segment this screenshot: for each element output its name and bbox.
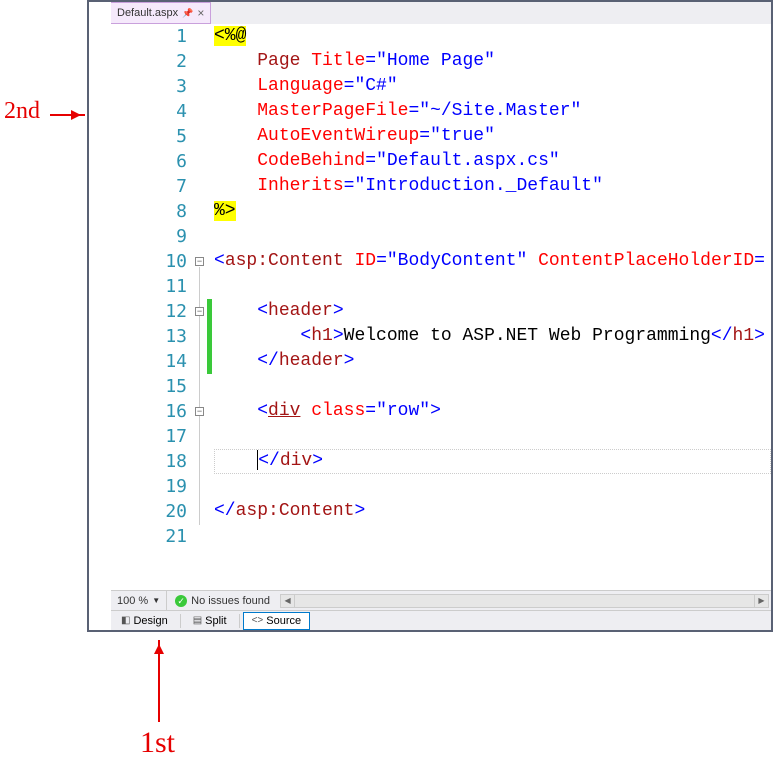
line-number: 12 [117,299,187,324]
line-number: 11 [117,274,187,299]
source-view-button[interactable]: <>Source [243,612,311,630]
split-icon: ▤ [193,615,202,626]
code-line: Language="C#" [214,74,771,99]
line-number: 15 [117,374,187,399]
line-number: 18 [117,449,187,474]
design-icon: ◧ [121,615,130,626]
separator [180,614,181,628]
code-line: </header> [214,349,771,374]
code-line: CodeBehind="Default.aspx.cs" [214,149,771,174]
ide-frame: Server Explorer Toolbox Default.aspx 📌 ×… [87,0,773,632]
zoom-value: 100 % [117,595,148,607]
view-mode-bar: ◧Design ▤Split <>Source [111,610,771,630]
line-number: 13 [117,324,187,349]
code-line: AutoEventWireup="true" [214,124,771,149]
editor-status-bar: 100 % ▼ ✓ No issues found ◀ ▶ [111,590,771,610]
line-number-gutter: 123456789101112131415161718192021 [111,24,193,590]
line-number: 9 [117,224,187,249]
outline-toggle[interactable]: − [195,257,204,266]
annotation-arrow-2nd [50,114,85,116]
code-line: <h1>Welcome to ASP.NET Web Programming</… [214,324,771,349]
document-tab-default-aspx[interactable]: Default.aspx 📌 × [111,2,211,24]
design-view-button[interactable]: ◧Design [112,612,177,630]
line-number: 3 [117,74,187,99]
zoom-selector[interactable]: 100 % ▼ [111,591,167,610]
line-number: 19 [117,474,187,499]
close-icon[interactable]: × [197,6,204,20]
outline-toggle[interactable]: − [195,407,204,416]
scroll-left-button[interactable]: ◀ [281,595,295,607]
document-tab-title: Default.aspx [117,7,178,19]
split-view-button[interactable]: ▤Split [184,612,236,630]
pin-icon[interactable]: 📌 [182,8,193,19]
line-number: 6 [117,149,187,174]
line-number: 20 [117,499,187,524]
line-number: 5 [117,124,187,149]
line-number: 16 [117,399,187,424]
code-text[interactable]: <%@ Page Title="Home Page" Language="C#"… [214,24,771,590]
code-line: </asp:Content> [214,499,771,524]
code-line: MasterPageFile="~/Site.Master" [214,99,771,124]
code-line: Inherits="Introduction._Default" [214,174,771,199]
code-line: <header> [214,299,771,324]
line-number: 10 [117,249,187,274]
outline-toggle[interactable]: − [195,307,204,316]
annotation-arrow-1st [158,640,160,722]
issues-text: No issues found [191,595,270,607]
source-icon: <> [252,615,264,626]
line-number: 4 [117,99,187,124]
check-icon: ✓ [175,595,187,607]
code-line: <%@ [214,24,771,49]
line-number: 2 [117,49,187,74]
outline-guide [199,317,200,364]
code-line: %> [214,199,771,224]
line-number: 1 [117,24,187,49]
line-number: 21 [117,524,187,549]
code-line: </div> [214,449,771,474]
horizontal-scrollbar[interactable]: ◀ ▶ [280,594,769,608]
annotation-2nd: 2nd [4,98,40,125]
line-number: 8 [117,199,187,224]
outline-guide [199,417,200,464]
annotation-1st: 1st [140,726,175,760]
outline-bar: − − − [193,24,207,590]
code-line: <asp:Content ID="BodyContent" ContentPla… [214,249,771,274]
line-number: 17 [117,424,187,449]
code-line: Page Title="Home Page" [214,49,771,74]
line-number: 7 [117,174,187,199]
scroll-right-button[interactable]: ▶ [754,595,768,607]
separator [239,614,240,628]
line-number: 14 [117,349,187,374]
issues-indicator[interactable]: ✓ No issues found [167,595,278,607]
code-editor[interactable]: 123456789101112131415161718192021 − − − … [111,24,771,590]
change-indicator [207,299,212,374]
code-line: <div class="row"> [214,399,771,424]
chevron-down-icon: ▼ [152,596,160,605]
document-tab-bar: Default.aspx 📌 × [111,2,771,24]
